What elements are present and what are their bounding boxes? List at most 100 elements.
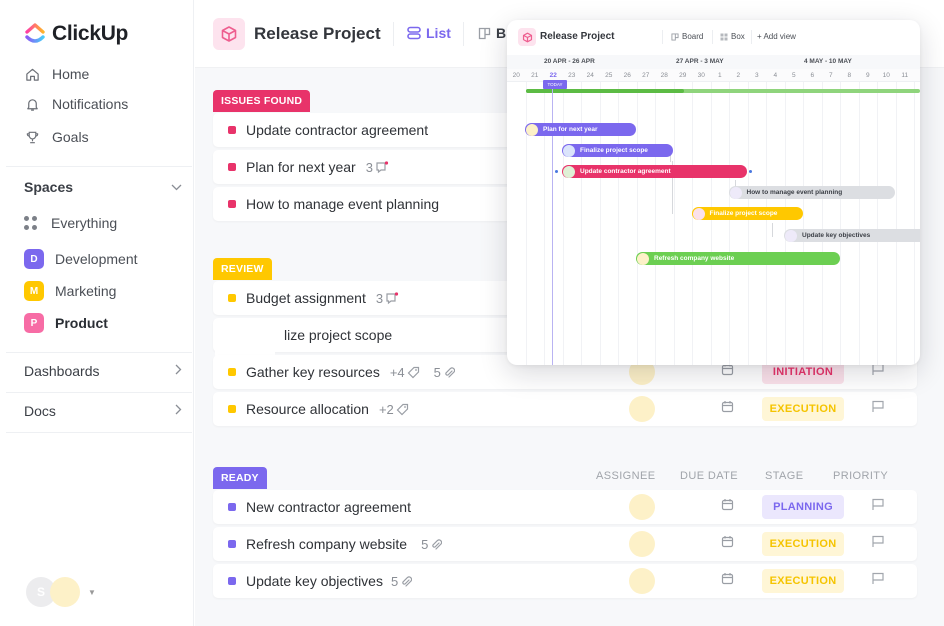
column-header-assignee[interactable]: ASSIGNEE bbox=[596, 470, 655, 482]
nav-docs-label: Docs bbox=[24, 403, 56, 419]
stage-badge[interactable]: PLANNING bbox=[762, 495, 844, 519]
calendar-icon[interactable] bbox=[721, 498, 734, 516]
assignee-avatar bbox=[637, 252, 649, 265]
gantt-bar[interactable]: Update key objectives bbox=[784, 229, 920, 242]
space-badge-icon: P bbox=[24, 313, 44, 333]
tab-board[interactable]: B bbox=[478, 25, 506, 41]
task-row[interactable]: New contractor agreement PLANNING bbox=[213, 490, 917, 524]
app-name: ClickUp bbox=[52, 22, 129, 45]
status-square-icon bbox=[228, 200, 236, 208]
status-square-icon bbox=[228, 540, 236, 548]
nav-dashboards[interactable]: Dashboards bbox=[24, 363, 182, 379]
attachment-count[interactable]: 5 bbox=[434, 365, 455, 380]
gantt-bar-label: Plan for next year bbox=[543, 126, 598, 133]
workspace-avatar bbox=[50, 577, 80, 607]
calendar-icon[interactable] bbox=[721, 400, 734, 418]
user-menu[interactable]: S ▼ bbox=[26, 577, 96, 607]
space-development[interactable]: D Development bbox=[24, 249, 138, 269]
space-everything[interactable]: Everything bbox=[24, 215, 117, 231]
column-header-priority[interactable]: PRIORITY bbox=[833, 470, 888, 482]
flag-icon[interactable] bbox=[871, 572, 885, 590]
week-label: 27 APR - 3 MAY bbox=[676, 58, 724, 65]
week-label: 20 APR - 26 APR bbox=[544, 58, 595, 65]
attachment-count[interactable]: 5 bbox=[391, 574, 413, 589]
gantt-bar[interactable]: Finalize project scope bbox=[562, 144, 673, 157]
spaces-header[interactable]: Spaces bbox=[24, 179, 182, 195]
gantt-bar[interactable]: Finalize project scope bbox=[691, 207, 803, 220]
sidebar-divider bbox=[6, 432, 192, 433]
group-label-issues-found[interactable]: ISSUES FOUND bbox=[213, 90, 311, 112]
calendar-icon[interactable] bbox=[721, 363, 734, 381]
tab-list[interactable]: List bbox=[407, 25, 451, 41]
comment-count[interactable]: 3 bbox=[376, 291, 399, 306]
column-header-stage[interactable]: STAGE bbox=[765, 470, 803, 482]
flag-icon[interactable] bbox=[871, 363, 885, 381]
assignee-avatar bbox=[563, 165, 575, 178]
assignee-avatar[interactable] bbox=[629, 568, 655, 594]
group-label-ready[interactable]: READY bbox=[213, 467, 267, 489]
stage-badge[interactable]: EXECUTION bbox=[762, 532, 844, 556]
gantt-bar[interactable]: Update contractor agreement bbox=[562, 165, 747, 178]
column-header-due-date[interactable]: DUE DATE bbox=[680, 470, 738, 482]
tab-board[interactable]: Board bbox=[671, 32, 703, 41]
day-label: 5 bbox=[791, 72, 796, 79]
flag-icon[interactable] bbox=[871, 535, 885, 553]
task-name[interactable]: Budget assignment bbox=[246, 290, 366, 306]
calendar-icon[interactable] bbox=[721, 572, 734, 590]
flag-icon[interactable] bbox=[871, 498, 885, 516]
comment-count[interactable]: 3 bbox=[366, 160, 389, 175]
task-name[interactable]: Plan for next year bbox=[246, 159, 356, 175]
tag-count[interactable]: +2 bbox=[379, 402, 409, 417]
drag-handle-left[interactable] bbox=[555, 170, 558, 173]
caret-down-icon: ▼ bbox=[88, 587, 96, 597]
assignee-avatar[interactable] bbox=[629, 531, 655, 557]
status-square-icon bbox=[228, 126, 236, 134]
task-name[interactable]: Resource allocation bbox=[246, 401, 369, 417]
task-name[interactable]: Update contractor agreement bbox=[246, 122, 428, 138]
attachment-count[interactable]: 5 bbox=[421, 537, 443, 552]
gantt-bar[interactable]: Refresh company website bbox=[636, 252, 840, 265]
space-product[interactable]: P Product bbox=[24, 313, 108, 333]
clickup-logo[interactable]: ClickUp bbox=[24, 22, 128, 46]
space-marketing[interactable]: M Marketing bbox=[24, 281, 116, 301]
task-name[interactable]: New contractor agreement bbox=[246, 499, 411, 515]
task-row[interactable]: Resource allocation +2 EXECUTION bbox=[213, 392, 917, 426]
stage-badge[interactable]: EXECUTION bbox=[762, 397, 844, 421]
calendar-icon[interactable] bbox=[721, 535, 734, 553]
grid-line bbox=[766, 82, 767, 365]
grid-line bbox=[655, 82, 656, 365]
add-view-button[interactable]: + Add view bbox=[757, 32, 796, 41]
drag-handle-right[interactable] bbox=[749, 170, 752, 173]
task-name[interactable]: lize project scope bbox=[284, 327, 392, 343]
nav-home[interactable]: Home bbox=[24, 66, 89, 82]
task-name[interactable]: Refresh company website bbox=[246, 536, 407, 552]
grid-line bbox=[673, 82, 675, 365]
assignee-avatar[interactable] bbox=[629, 396, 655, 422]
cube-icon bbox=[213, 18, 245, 50]
nav-docs[interactable]: Docs bbox=[24, 403, 182, 419]
task-name[interactable]: How to manage event planning bbox=[246, 196, 439, 212]
day-label: 28 bbox=[660, 72, 668, 79]
grid-dots-icon bbox=[24, 216, 38, 230]
tag-count[interactable]: +4 bbox=[390, 365, 420, 380]
task-name[interactable]: Gather key resources bbox=[246, 364, 380, 380]
flag-icon[interactable] bbox=[871, 400, 885, 418]
nav-notifications[interactable]: Notifications bbox=[24, 96, 128, 112]
gantt-bar[interactable]: How to manage event planning bbox=[728, 186, 895, 199]
tab-board-label: Board bbox=[682, 32, 704, 41]
attachment-count-value: 5 bbox=[433, 364, 441, 380]
group-label-review[interactable]: REVIEW bbox=[213, 258, 272, 280]
gantt-bar[interactable]: Plan for next year bbox=[525, 123, 636, 136]
task-row[interactable]: Refresh company website 5 EXECUTION bbox=[213, 527, 917, 561]
assignee-avatar[interactable] bbox=[629, 494, 655, 520]
task-row[interactable]: Update key objectives 5 EXECUTION bbox=[213, 564, 917, 598]
day-label: 26 bbox=[623, 72, 631, 79]
chevron-down-icon[interactable] bbox=[171, 180, 182, 194]
tab-box[interactable]: Box bbox=[720, 32, 745, 41]
space-marketing-label: Marketing bbox=[55, 283, 117, 299]
nav-goals[interactable]: Goals bbox=[24, 129, 89, 145]
timeline-progress-fill bbox=[526, 89, 684, 93]
task-name[interactable]: Update key objectives bbox=[246, 573, 383, 589]
stage-badge[interactable]: EXECUTION bbox=[762, 569, 844, 593]
sidebar-divider bbox=[6, 352, 192, 353]
